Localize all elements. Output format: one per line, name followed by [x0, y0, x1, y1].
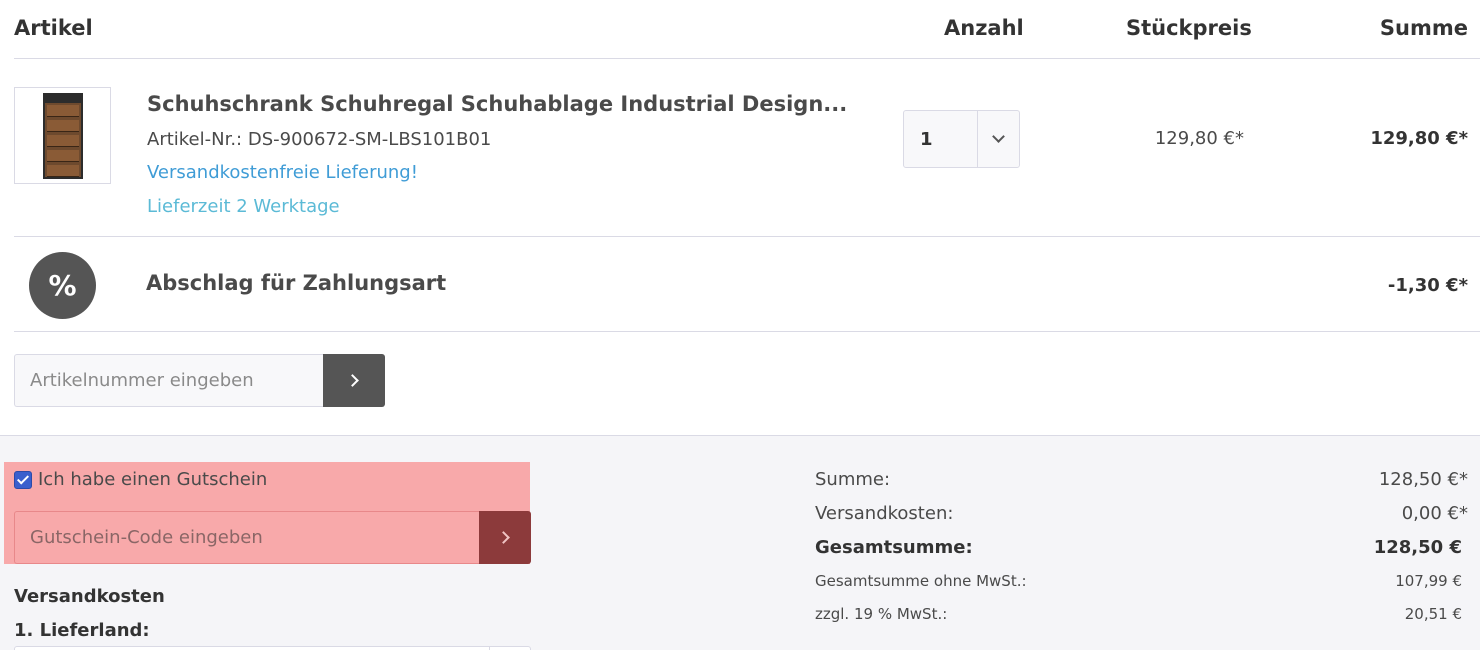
- divider: [14, 236, 1480, 237]
- column-header-unit-price: Stückpreis: [1126, 16, 1252, 40]
- add-article-button[interactable]: [323, 354, 385, 407]
- redeem-voucher-button[interactable]: [479, 511, 531, 564]
- payment-discount-value: -1,30 €*: [1387, 275, 1468, 296]
- product-title-link[interactable]: Schuhschrank Schuhregal Schuhablage Indu…: [147, 92, 847, 116]
- vat-label: zzgl. 19 % MwSt.:: [815, 605, 948, 623]
- quantity-value: 1: [920, 128, 933, 150]
- voucher-checkbox[interactable]: [14, 471, 32, 489]
- column-header-article: Artikel: [14, 16, 93, 40]
- shipping-cost-value: 0,00 €*: [1401, 503, 1468, 524]
- chevron-right-icon: [345, 374, 359, 387]
- checkmark-icon: [16, 472, 30, 485]
- delivery-country-select[interactable]: [14, 646, 531, 650]
- shipping-cost-label: Versandkosten:: [815, 503, 954, 524]
- net-total-value: 107,99 €: [1395, 572, 1462, 590]
- percent-icon: %: [29, 252, 96, 319]
- product-thumbnail[interactable]: [14, 87, 111, 184]
- divider: [14, 331, 1480, 332]
- voucher-checkbox-label[interactable]: Ich habe einen Gutschein: [38, 469, 267, 490]
- cart-page: Artikel Anzahl Stückpreis Summe Schuhsch…: [0, 0, 1480, 650]
- shoe-cabinet-image: [42, 92, 83, 179]
- shipping-costs-heading: Versandkosten: [14, 586, 165, 607]
- free-shipping-note: Versandkostenfreie Lieferung!: [147, 162, 418, 183]
- net-total-label: Gesamtsumme ohne MwSt.:: [815, 572, 1027, 590]
- divider: [14, 58, 1480, 59]
- column-header-total: Summe: [1379, 16, 1468, 40]
- chevron-right-icon: [496, 531, 510, 544]
- chevron-down-icon: [992, 130, 1005, 143]
- subtotal-label: Summe:: [815, 469, 891, 490]
- grand-total-label: Gesamtsumme:: [815, 537, 973, 558]
- delivery-country-label: 1. Lieferland:: [14, 620, 150, 641]
- unit-price: 129,80 €*: [1154, 128, 1244, 149]
- grand-total-value: 128,50 €: [1373, 537, 1462, 558]
- article-number-input[interactable]: [14, 354, 324, 407]
- voucher-code-input[interactable]: [14, 511, 480, 564]
- row-total: 129,80 €*: [1370, 128, 1468, 149]
- payment-discount-label: Abschlag für Zahlungsart: [146, 271, 447, 295]
- subtotal-value: 128,50 €*: [1378, 469, 1468, 490]
- quantity-dropdown-button[interactable]: [977, 111, 1019, 167]
- column-header-quantity: Anzahl: [944, 16, 1024, 40]
- delivery-time: Lieferzeit 2 Werktage: [147, 196, 340, 217]
- product-article-number: Artikel-Nr.: DS-900672-SM-LBS101B01: [147, 129, 492, 150]
- quantity-select[interactable]: 1: [903, 110, 1020, 168]
- vat-value: 20,51 €: [1404, 605, 1462, 623]
